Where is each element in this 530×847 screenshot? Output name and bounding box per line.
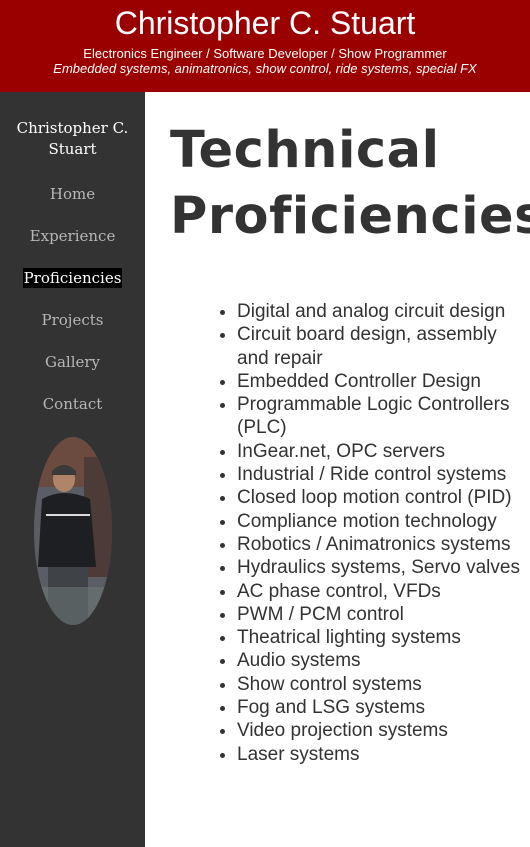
list-item: Hydraulics systems, Servo valves (237, 556, 530, 579)
list-item: Circuit board design, assembly and repai… (237, 323, 530, 370)
nav-gallery[interactable]: Gallery (0, 341, 145, 383)
sidebar-name-text: Christopher C. Stuart (16, 119, 129, 158)
skills-list: Digital and analog circuit design Circui… (170, 300, 530, 766)
list-item: PWM / PCM control (237, 603, 530, 626)
list-item: AC phase control, VFDs (237, 580, 530, 603)
person-photo-icon (33, 437, 112, 625)
list-item: Compliance motion technology (237, 510, 530, 533)
nav-home-label: Home (49, 185, 96, 203)
nav-contact[interactable]: Contact (0, 383, 145, 425)
nav-projects-label: Projects (41, 311, 104, 329)
page-title: Technical Proficiencies (170, 121, 530, 246)
list-item: Audio systems (237, 649, 530, 672)
profile-photo (33, 437, 112, 625)
nav-gallery-label: Gallery (44, 353, 101, 371)
sidebar-name: Christopher C. Stuart (0, 118, 145, 160)
nav-experience[interactable]: Experience (0, 215, 145, 257)
list-item: Programmable Logic Controllers (PLC) (237, 393, 530, 440)
list-item: Embedded Controller Design (237, 370, 530, 393)
site-specialties: Embedded systems, animatronics, show con… (53, 61, 477, 76)
site-tagline: Electronics Engineer / Software Develope… (83, 46, 447, 61)
nav-experience-label: Experience (29, 227, 116, 245)
site-title: Christopher C. Stuart (114, 5, 416, 41)
site-header: Christopher C. Stuart Electronics Engine… (0, 0, 530, 92)
list-item: Fog and LSG systems (237, 696, 530, 719)
nav-proficiencies-label: Proficiencies (22, 268, 123, 288)
list-item: Show control systems (237, 673, 530, 696)
list-item: Robotics / Animatronics systems (237, 533, 530, 556)
nav-contact-label: Contact (42, 395, 103, 413)
sidebar: Christopher C. Stuart Home Experience Pr… (0, 92, 145, 847)
page-layout: Christopher C. Stuart Home Experience Pr… (0, 92, 530, 847)
list-item: Theatrical lighting systems (237, 626, 530, 649)
nav-home[interactable]: Home (0, 173, 145, 215)
list-item: Closed loop motion control (PID) (237, 486, 530, 509)
list-item: InGear.net, OPC servers (237, 440, 530, 463)
list-item: Digital and analog circuit design (237, 300, 530, 323)
nav-projects[interactable]: Projects (0, 299, 145, 341)
main-content: Technical Proficiencies Digital and anal… (145, 92, 530, 847)
list-item: Laser systems (237, 743, 530, 766)
list-item: Industrial / Ride control systems (237, 463, 530, 486)
list-item: Video projection systems (237, 719, 530, 742)
nav-proficiencies[interactable]: Proficiencies (0, 257, 145, 299)
